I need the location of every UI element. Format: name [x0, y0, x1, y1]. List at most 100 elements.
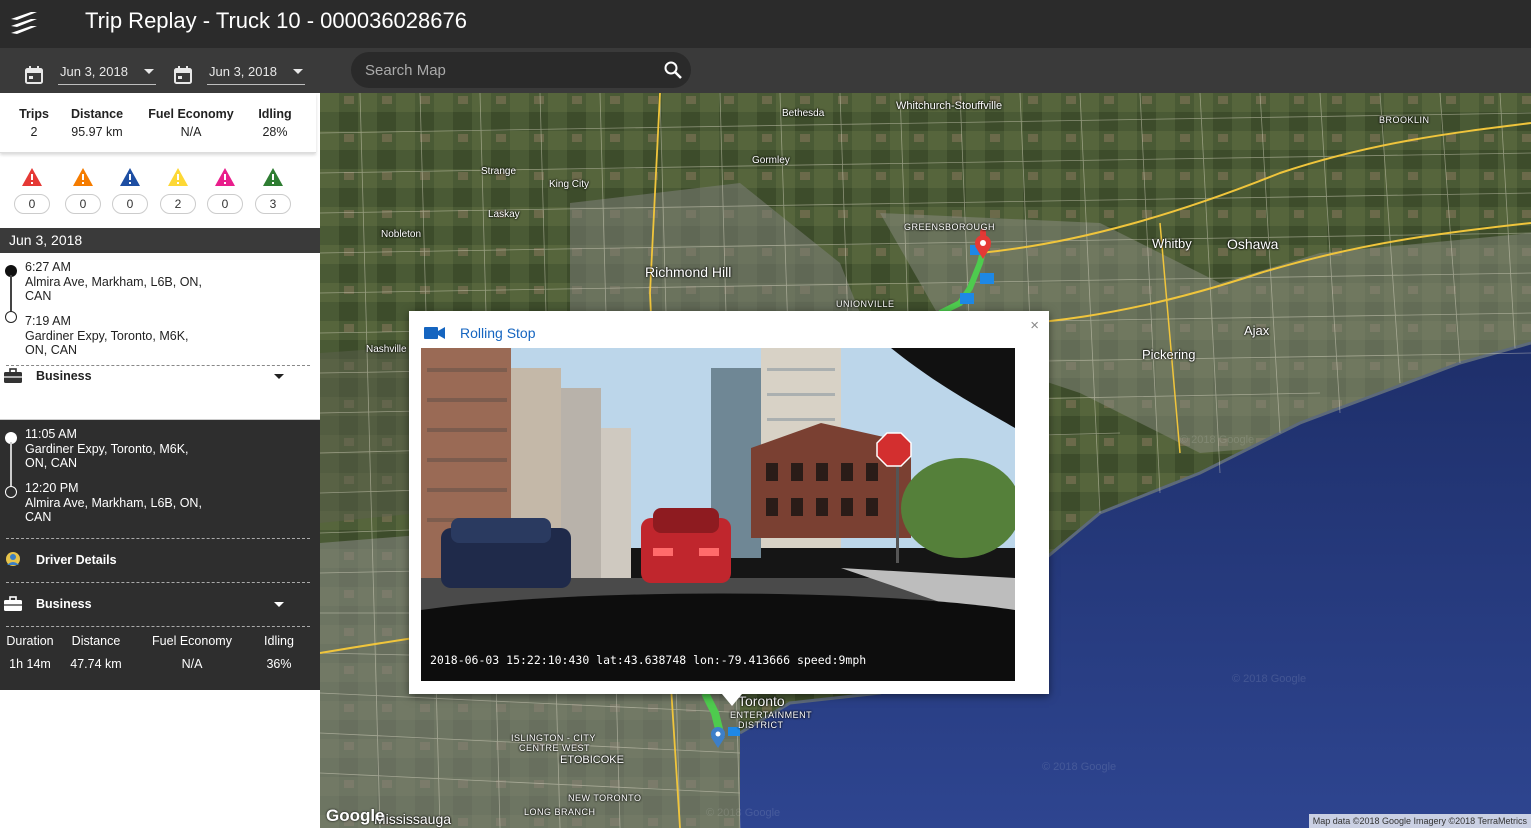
- start-date-picker[interactable]: Jun 3, 2018: [24, 59, 156, 85]
- briefcase-icon: [4, 368, 22, 383]
- page-title: Trip Replay - Truck 10 - 000036028676: [85, 8, 467, 33]
- calendar-icon: [25, 66, 43, 84]
- trip-start-event: 6:27 AM Almira Ave, Markham, L6B, ON, CA…: [25, 260, 202, 303]
- place-label: Toronto: [738, 693, 785, 709]
- end-date-field[interactable]: Jun 3, 2018: [207, 64, 305, 85]
- divider: [6, 626, 310, 627]
- day-header: Jun 3, 2018: [0, 228, 320, 253]
- brand-logo-icon[interactable]: [0, 0, 48, 48]
- place-label: Whitby: [1152, 236, 1192, 251]
- alert-count: 0: [112, 194, 148, 214]
- place-label: ENTERTAINMENT: [730, 710, 813, 720]
- map-watermark: © 2018 Google: [1232, 673, 1307, 685]
- warning-icon: [22, 168, 42, 186]
- video-camera-icon: [424, 327, 445, 339]
- distance-stat: Distance 47.74 km: [70, 634, 122, 671]
- chevron-down-icon[interactable]: [274, 602, 284, 607]
- alert-count: 3: [255, 194, 291, 214]
- place-label: Ajax: [1244, 323, 1270, 338]
- place-label: UNIONVILLE: [836, 299, 895, 309]
- dashcam-frame: [421, 348, 1015, 681]
- alert-badge[interactable]: 3: [255, 167, 291, 214]
- google-logo[interactable]: Google: [326, 806, 385, 826]
- chevron-down-icon[interactable]: [144, 69, 154, 74]
- trip-start-event: 11:05 AM Gardiner Expy, Toronto, M6K, ON…: [25, 427, 189, 470]
- end-date-picker[interactable]: Jun 3, 2018: [173, 59, 305, 85]
- distance-stat: Distance 95.97 km: [70, 107, 124, 139]
- warning-icon: [168, 168, 188, 186]
- place-label: GREENSBOROUGH: [904, 222, 996, 232]
- search-icon[interactable]: [663, 60, 683, 80]
- trip-end-dot: [5, 486, 17, 498]
- map-watermark: © 2018 Google: [1042, 761, 1117, 773]
- warning-icon: [120, 168, 140, 186]
- place-label: Nashville: [366, 344, 407, 355]
- trips-stat: Trips 2: [19, 107, 49, 139]
- place-label: King City: [549, 179, 590, 190]
- close-icon[interactable]: ×: [1030, 317, 1039, 334]
- search-box: [351, 52, 691, 88]
- idling-stat: Idling 28%: [258, 107, 292, 139]
- driver-avatar-icon: [6, 552, 20, 566]
- category-select[interactable]: Business: [0, 362, 300, 390]
- warning-icon: [263, 168, 283, 186]
- trip-end-event: 12:20 PM Almira Ave, Markham, L6B, ON, C…: [25, 481, 202, 524]
- timeline-line: [10, 275, 12, 311]
- idling-stat: Idling 36%: [264, 634, 294, 671]
- alert-badge[interactable]: 2: [160, 167, 196, 214]
- place-label: LONG BRANCH: [524, 807, 596, 817]
- alert-badge[interactable]: 0: [207, 167, 243, 214]
- trip-sidebar: Trips 2 Distance 95.97 km Fuel Economy N…: [0, 93, 320, 828]
- video-timestamp: 2018-06-03 15:22:10:430 lat:43.638748 lo…: [430, 653, 867, 667]
- search-input[interactable]: [365, 52, 655, 88]
- briefcase-icon: [4, 596, 22, 611]
- place-label: Bethesda: [782, 108, 825, 119]
- start-date-field[interactable]: Jun 3, 2018: [58, 64, 156, 85]
- place-label: NEW TORONTO: [568, 793, 642, 803]
- alert-badge[interactable]: 0: [112, 167, 148, 214]
- fuel-economy-stat: Fuel Economy N/A: [152, 634, 232, 671]
- event-popup: Rolling Stop × 2018-06-03 15:22:10:430 l…: [409, 311, 1049, 706]
- dashcam-video[interactable]: 2018-06-03 15:22:10:430 lat:43.638748 lo…: [421, 348, 1015, 681]
- alert-count: 0: [65, 194, 101, 214]
- alert-count: 0: [14, 194, 50, 214]
- alert-badge[interactable]: 0: [14, 167, 50, 214]
- place-label: Pickering: [1142, 347, 1196, 362]
- trip-end-event: 7:19 AM Gardiner Expy, Toronto, M6K, ON,…: [25, 314, 189, 357]
- place-label: Richmond Hill: [645, 264, 732, 280]
- popup-pointer: [722, 694, 742, 706]
- chevron-down-icon[interactable]: [293, 69, 303, 74]
- category-select[interactable]: Business: [0, 590, 300, 618]
- place-label: BROOKLIN: [1379, 115, 1430, 125]
- popup-title: Rolling Stop: [460, 325, 536, 341]
- place-label: Oshawa: [1227, 236, 1279, 252]
- duration-stat: Duration 1h 14m: [6, 634, 54, 671]
- place-label: Whitchurch-Stouffville: [896, 100, 1003, 112]
- driver-details-row[interactable]: Driver Details: [0, 546, 300, 574]
- place-label: ISLINGTON - CITY: [511, 733, 596, 743]
- place-label: Mississauga: [374, 811, 452, 827]
- place-label: DISTRICT: [738, 720, 784, 730]
- place-label: Gormley: [752, 155, 790, 166]
- toolbar: Jun 3, 2018 Jun 3, 2018: [0, 48, 1531, 93]
- chevron-down-icon[interactable]: [274, 374, 284, 379]
- map-attribution[interactable]: Map data ©2018 Google Imagery ©2018 Terr…: [1308, 814, 1531, 828]
- app-header: Trip Replay - Truck 10 - 000036028676: [0, 0, 1531, 48]
- place-label: Laskay: [488, 209, 520, 220]
- fuel-economy-stat: Fuel Economy N/A: [148, 107, 234, 139]
- warning-icon: [73, 168, 93, 186]
- timeline-line: [10, 442, 12, 486]
- popup-header: Rolling Stop: [424, 325, 536, 341]
- trip-item[interactable]: 6:27 AM Almira Ave, Markham, L6B, ON, CA…: [0, 253, 320, 373]
- place-label: ETOBICOKE: [560, 754, 624, 766]
- place-label: CENTRE WEST: [519, 743, 591, 753]
- alert-badge[interactable]: 0: [65, 167, 101, 214]
- alert-count: 0: [207, 194, 243, 214]
- divider: [6, 582, 310, 583]
- map-watermark: © 2018 Google: [706, 807, 781, 819]
- trip-item-selected[interactable]: 11:05 AM Gardiner Expy, Toronto, M6K, ON…: [0, 420, 320, 690]
- map-watermark: © 2018 Google: [1180, 434, 1255, 446]
- place-label: Strange: [481, 166, 517, 177]
- trip1-category-row[interactable]: Business: [0, 368, 320, 420]
- alert-count: 2: [160, 194, 196, 214]
